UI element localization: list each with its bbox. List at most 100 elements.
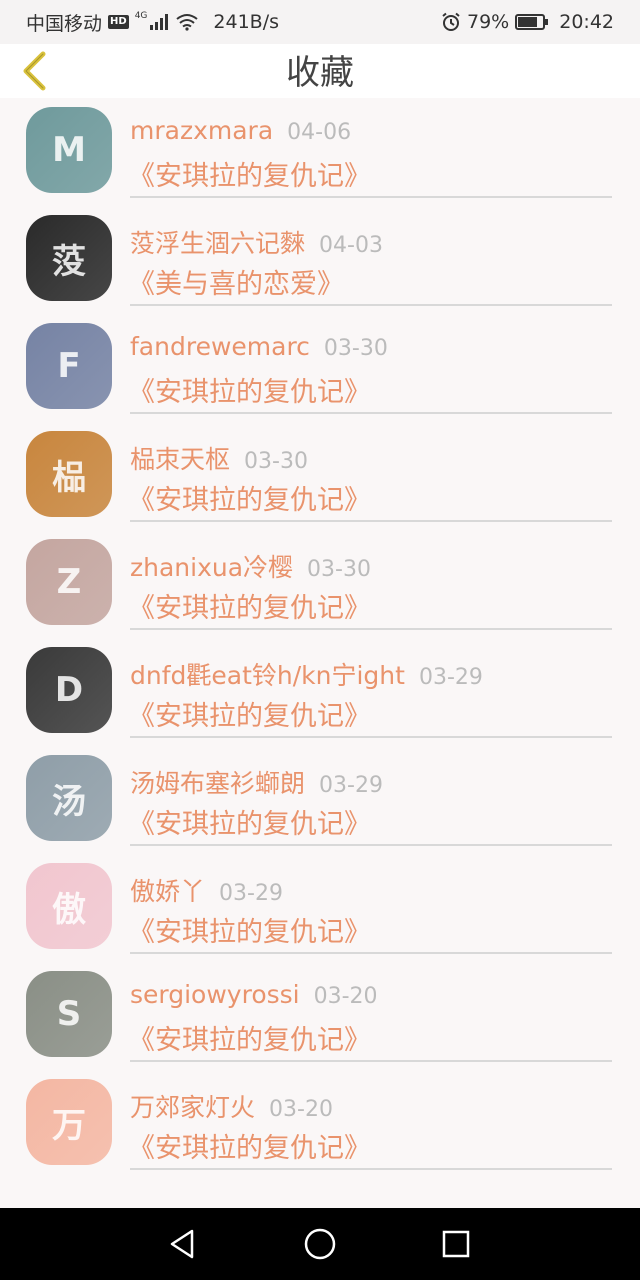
- avatar: 傲: [26, 863, 112, 949]
- item-meta: zhanixua冷樱 03-30: [130, 548, 371, 582]
- avatar: 莈: [26, 215, 112, 301]
- item-date: 03-29: [418, 665, 483, 690]
- favorite-item[interactable]: 榀 榀朿天枢 03-30 《安琪拉的复仇记》: [0, 422, 640, 530]
- divider: [130, 844, 612, 846]
- item-meta: sergiowyrossi 03-20: [130, 980, 378, 1014]
- avatar-initial: 榀: [52, 457, 86, 498]
- favorite-item[interactable]: Zzhanixua冷樱 03-30 《安琪拉的复仇记》: [0, 530, 640, 638]
- user-name: 傲娇丫: [130, 877, 206, 906]
- item-meta: 傲娇丫 03-29: [130, 872, 283, 906]
- divider: [130, 304, 612, 306]
- divider: [130, 736, 612, 738]
- item-meta: mrazxmara 04-06: [130, 116, 351, 150]
- alarm-icon: [442, 12, 460, 31]
- book-title: 《安琪拉的复仇记》: [128, 593, 371, 624]
- avatar: D: [26, 647, 112, 733]
- book-title: 《安琪拉的复仇记》: [128, 161, 371, 192]
- square-recents-icon: [442, 1230, 470, 1258]
- divider: [130, 196, 612, 198]
- avatar-initial: 莈: [52, 241, 86, 282]
- item-meta: 榀朿天枢 03-30: [130, 440, 308, 474]
- battery-icon: [515, 14, 549, 30]
- status-bar: 中国移动 HD 4G 241B/s 79% 20:42: [0, 0, 640, 44]
- favorite-item[interactable]: Ddnfd氍eat铃h/kn宁ight 03-29 《安琪拉的复仇记》: [0, 638, 640, 746]
- favorite-item[interactable]: 傲 傲娇丫 03-29 《安琪拉的复仇记》: [0, 854, 640, 962]
- divider: [130, 1168, 612, 1170]
- item-date: 03-30: [244, 449, 308, 474]
- system-nav-bar: [0, 1208, 640, 1280]
- user-name: 万郊家灯火: [130, 1093, 256, 1122]
- avatar-initial: Z: [56, 562, 82, 602]
- favorite-item[interactable]: Ssergiowyrossi 03-20 《安琪拉的复仇记》: [0, 962, 640, 1070]
- avatar-initial: 汤: [52, 781, 86, 822]
- avatar-initial: 傲: [52, 889, 86, 930]
- user-name: sergiowyrossi: [130, 980, 300, 1009]
- avatar-initial: F: [57, 346, 81, 386]
- carrier-label: 中国移动: [26, 12, 103, 35]
- nav-home-button[interactable]: [302, 1226, 338, 1262]
- item-meta: 汤姆布塞衫螄朗 03-29: [130, 764, 383, 798]
- wifi-icon: [176, 14, 199, 31]
- battery-level: [518, 17, 538, 27]
- item-date: 03-20: [313, 984, 378, 1009]
- user-name: 汤姆布塞衫螄朗: [130, 769, 306, 798]
- clock: 20:42: [559, 11, 614, 33]
- favorite-item[interactable]: Ffandrewemarc 03-30 《安琪拉的复仇记》: [0, 314, 640, 422]
- avatar-initial: D: [54, 670, 84, 710]
- avatar: 万: [26, 1079, 112, 1165]
- item-meta: fandrewemarc 03-30: [130, 332, 388, 366]
- favorites-list: Mmrazxmara 04-06 《安琪拉的复仇记》莈莈浮生涸六记麳 04-03 《美与…: [0, 98, 640, 1178]
- item-date: 04-06: [287, 120, 352, 145]
- book-title: 《安琪拉的复仇记》: [128, 917, 371, 948]
- avatar: F: [26, 323, 112, 409]
- avatar-initial: 万: [52, 1105, 86, 1146]
- item-meta: 万郊家灯火 03-20: [130, 1088, 333, 1122]
- item-meta: dnfd氍eat铃h/kn宁ight 03-29: [130, 656, 483, 690]
- item-date: 03-30: [307, 557, 371, 582]
- circle-home-icon: [304, 1228, 336, 1260]
- network-type: 4G: [134, 11, 148, 21]
- book-title: 《安琪拉的复仇记》: [128, 1025, 371, 1056]
- item-date: 04-03: [319, 233, 383, 258]
- user-name: 榀朿天枢: [130, 445, 231, 474]
- divider: [130, 952, 612, 954]
- book-title: 《安琪拉的复仇记》: [128, 701, 371, 732]
- triangle-back-icon: [170, 1229, 194, 1259]
- signal-icon: [150, 14, 169, 30]
- item-date: 03-29: [219, 881, 283, 906]
- user-name: 莈浮生涸六记麳: [130, 229, 306, 258]
- book-title: 《安琪拉的复仇记》: [128, 377, 371, 408]
- favorites-page: 中国移动 HD 4G 241B/s 79% 20:42 收藏 M mrazxma…: [0, 0, 640, 1280]
- favorite-item[interactable]: 莈 莈浮生涸六记麳 04-03 《美与喜的恋爱》: [0, 206, 640, 314]
- avatar: M: [26, 107, 112, 193]
- status-right: 79% 20:42: [441, 0, 614, 44]
- divider: [130, 412, 612, 414]
- favorite-item[interactable]: 汤 汤姆布塞衫螄朗 03-29 《安琪拉的复仇记》: [0, 746, 640, 854]
- book-title: 《美与喜的恋爱》: [128, 269, 344, 300]
- favorite-item[interactable]: 万 万郊家灯火 03-20 《安琪拉的复仇记》: [0, 1070, 640, 1178]
- book-title: 《安琪拉的复仇记》: [128, 485, 371, 516]
- item-date: 03-30: [323, 336, 388, 361]
- book-title: 《安琪拉的复仇记》: [128, 1133, 371, 1164]
- item-date: 03-20: [269, 1097, 333, 1122]
- status-left: 中国移动 HD 4G 241B/s: [26, 0, 279, 44]
- avatar-initial: S: [56, 994, 82, 1034]
- user-name: dnfd氍eat铃h/kn宁ight: [130, 661, 405, 690]
- hd-badge: HD: [108, 15, 129, 29]
- battery-percent: 79%: [467, 11, 510, 33]
- network-speed: 241B/s: [213, 11, 279, 33]
- user-name: mrazxmara: [130, 116, 274, 145]
- favorite-item[interactable]: Mmrazxmara 04-06 《安琪拉的复仇记》: [0, 98, 640, 206]
- avatar: S: [26, 971, 112, 1057]
- avatar: Z: [26, 539, 112, 625]
- divider: [130, 1060, 612, 1062]
- nav-recents-button[interactable]: [438, 1226, 474, 1262]
- divider: [130, 628, 612, 630]
- page-title: 收藏: [286, 53, 354, 93]
- item-meta: 莈浮生涸六记麳 04-03: [130, 224, 383, 258]
- user-name: zhanixua冷樱: [130, 553, 294, 582]
- book-title: 《安琪拉的复仇记》: [128, 809, 371, 840]
- nav-back-button[interactable]: [164, 1226, 200, 1262]
- divider: [130, 520, 612, 522]
- avatar-initial: M: [52, 130, 86, 170]
